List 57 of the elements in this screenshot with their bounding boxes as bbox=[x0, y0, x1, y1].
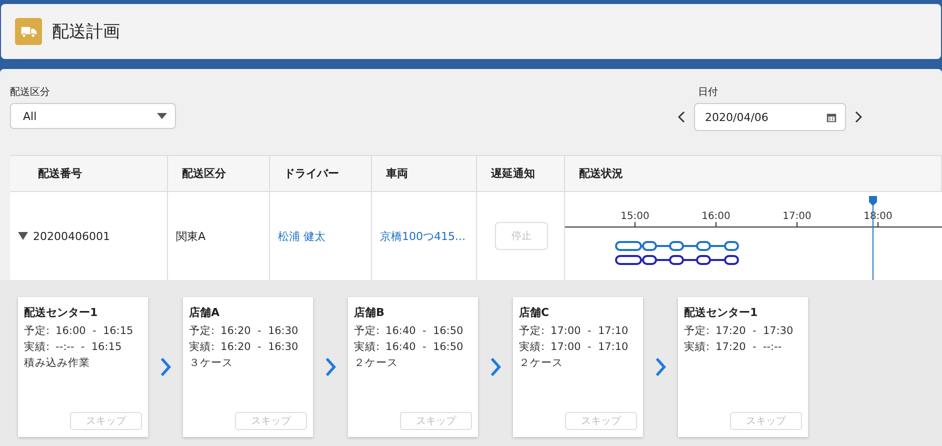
vehicle-link[interactable]: 京橋100つ415... bbox=[380, 228, 466, 244]
actual-label: 実績: bbox=[189, 340, 215, 355]
table-cell: 20200406001 bbox=[33, 230, 110, 242]
plan-label: 予定: bbox=[24, 324, 50, 339]
field-label: 配送区分 bbox=[10, 86, 51, 99]
plan-time: 16:40 - 16:50 bbox=[386, 324, 464, 339]
actual-time: 17:00 - 17:10 bbox=[550, 340, 628, 355]
plan-time: 16:20 - 16:30 bbox=[220, 324, 298, 339]
actual-time: 16:40 - 16:50 bbox=[386, 340, 464, 355]
plan-time: 16:00 - 16:15 bbox=[56, 324, 134, 339]
time-label: 15:00 bbox=[620, 211, 650, 222]
table-cell: 関東A bbox=[176, 228, 206, 244]
stop-title: 店舗B bbox=[354, 305, 384, 320]
stop-note: ２ケース bbox=[519, 356, 563, 371]
field-label: 日付 bbox=[698, 86, 719, 99]
stop-title: 店舗C bbox=[519, 305, 550, 320]
column-header: 配送状況 bbox=[565, 156, 942, 191]
calendar-icon bbox=[826, 112, 837, 122]
plan-label: 予定: bbox=[684, 324, 710, 339]
category-select[interactable]: All bbox=[10, 103, 176, 129]
actual-label: 実績: bbox=[684, 340, 710, 355]
chevron-icon bbox=[655, 356, 666, 378]
stop-note: ２ケース bbox=[354, 356, 398, 371]
column-header: 車両 bbox=[372, 156, 477, 191]
stop-note: ３ケース bbox=[189, 356, 233, 371]
column-header: 配送区分 bbox=[168, 156, 270, 191]
time-label: 16:00 bbox=[702, 211, 730, 222]
actual-time: 17:20 - --:-- bbox=[716, 340, 782, 355]
chevron-icon bbox=[160, 356, 171, 378]
actual-time: 16:20 - 16:30 bbox=[220, 340, 298, 355]
plan-time: 17:00 - 17:10 bbox=[550, 324, 628, 339]
next-icon[interactable] bbox=[854, 111, 862, 123]
stop-note: 積み込み作業 bbox=[24, 356, 90, 371]
actual-label: 実績: bbox=[519, 340, 545, 355]
column-header: 遅延通知 bbox=[477, 156, 565, 191]
chevron-icon bbox=[490, 356, 501, 378]
actual-label: 実績: bbox=[354, 340, 380, 355]
caret-icon bbox=[157, 113, 167, 119]
stop-title: 店舗A bbox=[189, 305, 220, 320]
actual-time: --:-- - 16:15 bbox=[56, 340, 122, 355]
truck-icon bbox=[15, 18, 42, 45]
page-title: 配送計画 bbox=[52, 21, 120, 43]
plan-label: 予定: bbox=[354, 324, 380, 339]
previous-icon[interactable] bbox=[678, 111, 686, 123]
actual-label: 実績: bbox=[24, 340, 50, 355]
expand-icon[interactable] bbox=[18, 232, 28, 240]
stop-title: 配送センター1 bbox=[684, 305, 758, 320]
time-label: 17:00 bbox=[782, 211, 812, 222]
stop-title: 配送センター1 bbox=[24, 305, 98, 320]
plan-label: 予定: bbox=[519, 324, 545, 339]
date-field[interactable]: 2020/04/06 bbox=[694, 103, 846, 131]
plan-time: 17:20 - 17:30 bbox=[716, 324, 794, 339]
driver-link[interactable]: 松浦 健太 bbox=[278, 228, 326, 244]
chevron-icon bbox=[325, 356, 336, 378]
column-header: ドライバー bbox=[270, 156, 372, 191]
plan-label: 予定: bbox=[189, 324, 215, 339]
column-header: 配送番号 bbox=[10, 156, 168, 191]
